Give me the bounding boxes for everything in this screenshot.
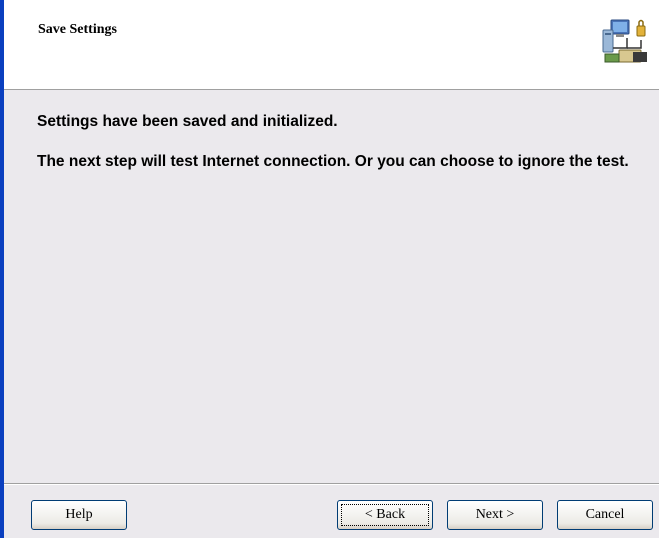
wizard-header: Save Settings	[4, 0, 659, 90]
back-button[interactable]: < Back	[337, 500, 433, 530]
wizard-window: Save Settings Settings have been saved a…	[0, 0, 659, 538]
page-title: Save Settings	[38, 22, 117, 37]
network-computers-icon	[597, 14, 651, 68]
next-button-label: Next >	[475, 507, 515, 522]
help-button[interactable]: Help	[31, 500, 127, 530]
help-button-label: Help	[65, 507, 93, 522]
status-message: Settings have been saved and initialized…	[37, 113, 338, 130]
cancel-button-label: Cancel	[585, 507, 625, 522]
focus-rectangle	[341, 504, 429, 526]
next-button[interactable]: Next >	[447, 500, 543, 530]
wizard-content: Settings have been saved and initialized…	[4, 90, 659, 482]
cancel-button[interactable]: Cancel	[557, 500, 653, 530]
button-divider	[4, 483, 659, 485]
next-step-message: The next step will test Internet connect…	[37, 153, 629, 170]
